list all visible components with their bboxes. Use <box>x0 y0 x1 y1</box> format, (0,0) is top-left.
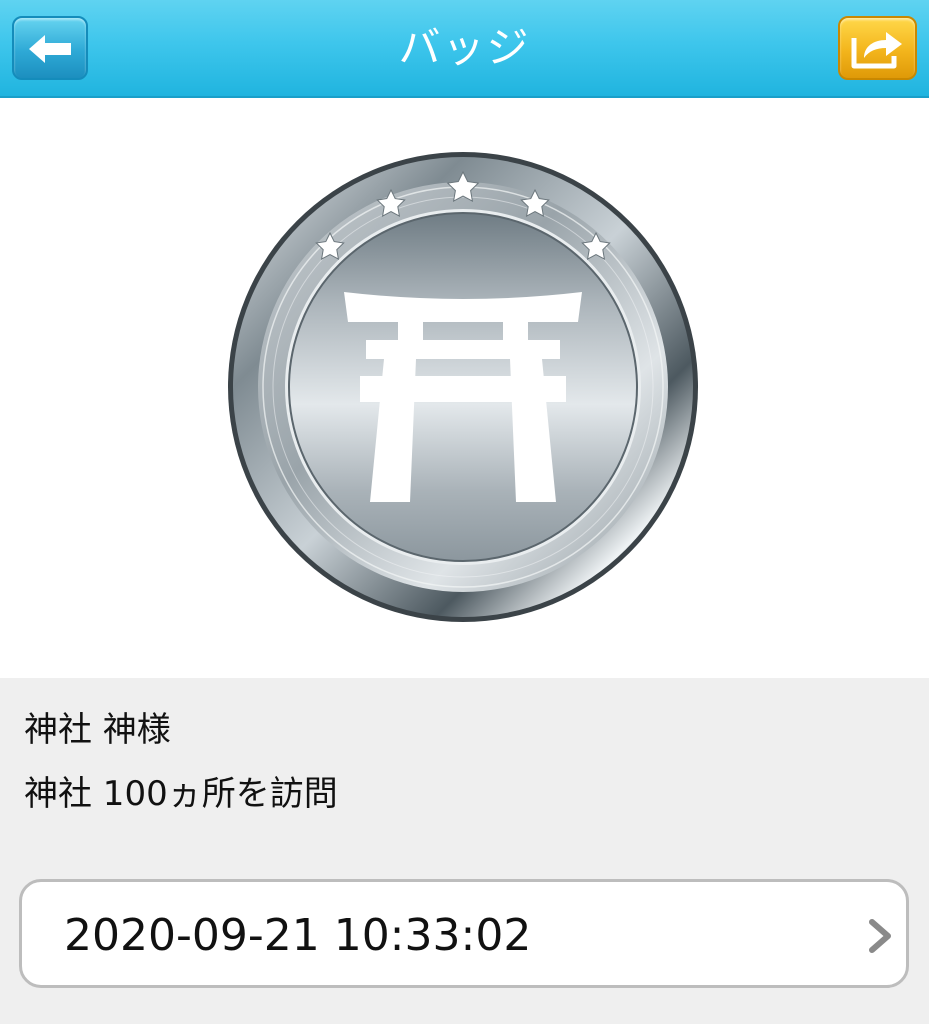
share-button[interactable] <box>838 16 917 80</box>
badge-description: 神社 100ヵ所を訪問 <box>24 774 338 814</box>
chevron-right-icon <box>869 919 891 953</box>
torii-gate-icon <box>228 152 698 622</box>
page-title: バッジ <box>398 23 531 72</box>
share-icon <box>851 32 902 69</box>
badge-info: 神社 神様 神社 100ヵ所を訪問 2020-09-21 10:33:02 <box>0 678 929 1024</box>
app-header: バッジ <box>0 0 929 98</box>
badge-name: 神社 神様 <box>24 710 171 750</box>
badge-display <box>0 100 929 678</box>
achieved-date-row[interactable]: 2020-09-21 10:33:02 <box>19 879 909 988</box>
achieved-datetime: 2020-09-21 10:33:02 <box>64 910 532 961</box>
